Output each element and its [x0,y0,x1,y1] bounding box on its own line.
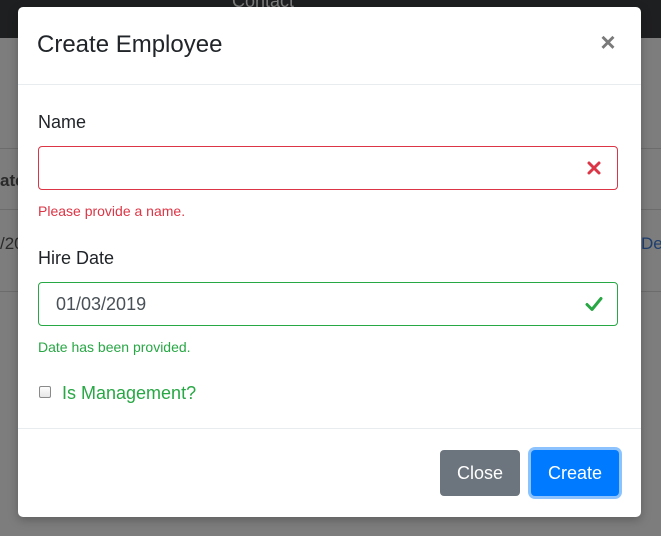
close-button[interactable]: Close [440,450,520,496]
hire-date-valid-message: Date has been provided. [38,339,191,355]
dialog-header: Create Employee × [18,7,641,85]
create-button[interactable]: Create [531,450,619,496]
background-row-link: De [641,234,661,253]
dialog-title: Create Employee [37,31,223,58]
x-icon [587,161,601,175]
close-icon[interactable]: × [597,29,619,55]
hire-date-input-value: 01/03/2019 [56,294,147,314]
name-error-message: Please provide a name. [38,203,186,219]
checkmark-icon [585,297,603,311]
hire-date-input[interactable]: 01/03/2019 [38,282,618,326]
create-employee-dialog: Create Employee × Name Please provide a … [18,7,641,517]
name-input[interactable] [38,146,618,190]
name-label: Name [38,112,87,132]
management-checkbox[interactable] [39,386,51,398]
management-checkbox-label[interactable]: Is Management? [62,383,196,404]
hire-date-label: Hire Date [38,248,115,268]
